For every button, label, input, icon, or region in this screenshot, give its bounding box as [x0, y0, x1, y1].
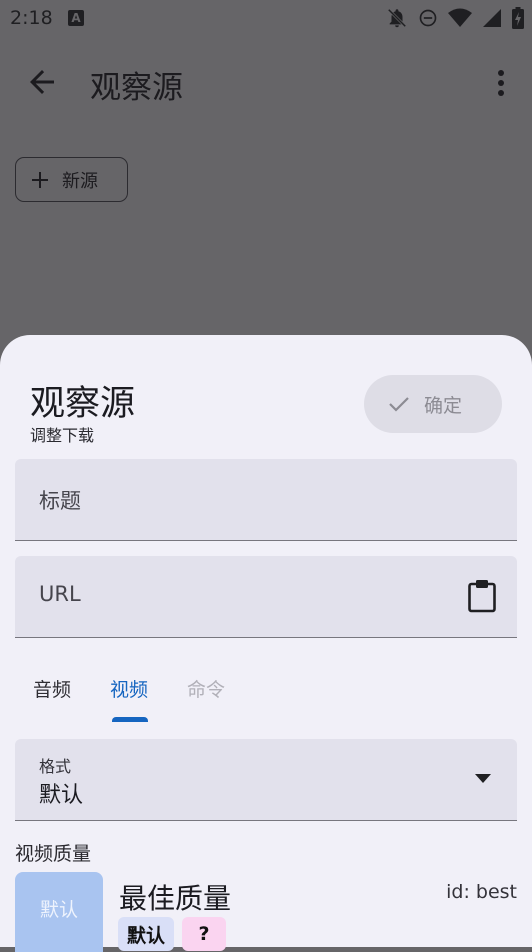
format-label: 格式 [39, 757, 72, 776]
unknown-badge: ? [182, 917, 226, 951]
sheet-title: 观察源 [30, 384, 136, 424]
video-quality-label: 视频质量 [15, 843, 92, 865]
default-badge: 默认 [118, 917, 174, 951]
status-bar: 2:18 A [0, 0, 532, 36]
status-icons [386, 6, 524, 30]
tab-audio[interactable]: 音频 [33, 675, 71, 702]
battery-charging-icon [512, 7, 524, 29]
page-title: 观察源 [90, 70, 183, 106]
title-field[interactable]: 标题 [15, 459, 517, 541]
clipboard-icon [468, 580, 496, 613]
sheet-subtitle: 调整下载 [30, 426, 95, 445]
tab-command[interactable]: 命令 [187, 675, 225, 702]
url-field-label: URL [39, 582, 81, 606]
tab-video[interactable]: 视频 [110, 675, 148, 702]
more-vert-icon [498, 70, 504, 96]
wifi-icon [448, 8, 472, 27]
check-icon [389, 397, 409, 412]
add-icon [32, 171, 48, 188]
notification-icon: A [68, 10, 84, 26]
media-type-tabs: 音频 视频 命令 [15, 665, 517, 725]
quality-thumbnail[interactable]: 默认 [15, 872, 103, 952]
new-source-label: 新源 [62, 170, 98, 192]
quality-name[interactable]: 最佳质量 [119, 877, 231, 917]
title-field-label: 标题 [39, 489, 81, 513]
url-field[interactable]: URL [15, 556, 517, 638]
quality-id: id: best [446, 881, 517, 903]
arrow-back-icon [30, 70, 54, 94]
new-source-button[interactable]: 新源 [15, 157, 128, 202]
arrow-drop-down-icon [475, 774, 491, 783]
status-time: 2:18 [10, 7, 53, 29]
confirm-label: 确定 [424, 394, 463, 417]
app-bar: 观察源 [0, 48, 532, 118]
back-button[interactable] [24, 64, 60, 100]
notifications-off-icon [387, 8, 407, 28]
paste-button[interactable] [467, 579, 497, 613]
tab-indicator [112, 717, 148, 722]
signal-icon [483, 9, 501, 27]
bottom-sheet: 观察源 调整下载 确定 标题 URL 音频 视频 命令 格式 默认 视频质量 默… [0, 335, 532, 952]
format-dropdown[interactable]: 格式 默认 [15, 739, 517, 821]
do-not-disturb-icon [419, 9, 437, 27]
confirm-button[interactable]: 确定 [364, 375, 502, 433]
more-options-button[interactable] [488, 66, 514, 100]
format-value: 默认 [39, 783, 84, 808]
